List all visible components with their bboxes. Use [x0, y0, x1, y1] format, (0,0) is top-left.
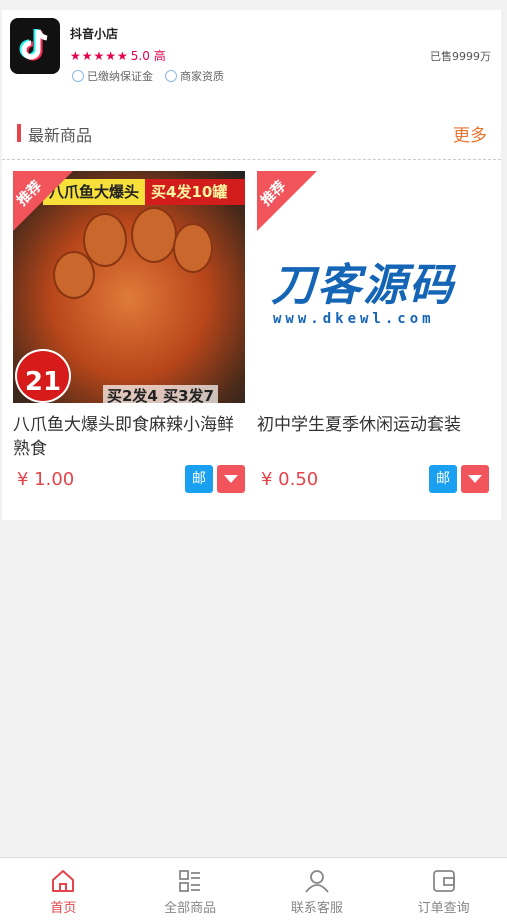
product-price: ¥ 1.00	[17, 469, 75, 490]
more-link[interactable]: 更多	[453, 121, 487, 146]
medal-icon	[72, 70, 84, 82]
rating-score: 5.0 高	[130, 49, 166, 63]
expand-button[interactable]	[461, 465, 489, 493]
caret-down-icon	[468, 475, 482, 483]
price-row: ¥ 1.00 邮	[13, 465, 245, 497]
deposit-tag-label: 已缴纳保证金	[87, 70, 153, 83]
caret-down-icon	[224, 475, 238, 483]
price-row: ¥ 0.50 邮	[257, 465, 489, 497]
person-icon	[165, 70, 177, 82]
section-title-bar	[17, 124, 21, 142]
list-icon	[179, 870, 201, 892]
tab-order-query[interactable]: 订单查询	[380, 858, 507, 921]
octopus-shape	[173, 223, 213, 273]
bottom-tabbar: 首页 全部商品 联系客服 订单查询	[0, 857, 507, 921]
section-title: 最新商品	[28, 126, 93, 145]
douyin-logo-icon	[10, 18, 60, 74]
product-title[interactable]: 八爪鱼大爆头即食麻辣小海鲜熟食	[13, 413, 245, 461]
image-url-text: www.dkewl.com	[273, 311, 435, 327]
image-price-circle: 21	[15, 349, 71, 403]
tab-home-label: 首页	[50, 901, 77, 916]
shop-tags: 已缴纳保证金 商家资质	[72, 68, 224, 84]
user-icon	[305, 870, 329, 893]
product-card[interactable]: 八爪鱼大爆头 买4发10罐 21 买2发4 买3发7 推荐 八爪鱼大爆头即食麻辣…	[13, 171, 245, 497]
home-icon	[52, 870, 75, 892]
tab-customer-service-label: 联系客服	[290, 901, 343, 916]
image-promo: 买2发4 买3发7	[103, 385, 218, 403]
shop-name: 抖音小店	[70, 27, 119, 41]
expand-button[interactable]	[217, 465, 245, 493]
free-shipping-button[interactable]: 邮	[429, 465, 457, 493]
free-shipping-button[interactable]: 邮	[185, 465, 213, 493]
product-card[interactable]: 刀客源码 www.dkewl.com 推荐 初中学生夏季休闲运动套装 ¥ 0.5…	[257, 171, 489, 497]
tab-order-query-label: 订单查询	[417, 901, 470, 916]
octopus-shape	[53, 251, 95, 299]
qualification-tag-label: 商家资质	[180, 70, 224, 83]
image-banner-b: 买4发10罐	[145, 179, 245, 205]
image-logo-text: 刀客源码	[271, 260, 455, 311]
product-image[interactable]: 八爪鱼大爆头 买4发10罐 21 买2发4 买3发7 推荐	[13, 171, 245, 403]
image-banner: 八爪鱼大爆头 买4发10罐	[43, 179, 245, 205]
product-title[interactable]: 初中学生夏季休闲运动套装	[257, 413, 489, 461]
tab-all-products-label: 全部商品	[164, 901, 217, 916]
rating-stars-icon: ★★★★★	[70, 48, 129, 63]
product-image[interactable]: 刀客源码 www.dkewl.com 推荐	[257, 171, 489, 403]
tab-customer-service[interactable]: 联系客服	[254, 858, 381, 921]
sold-count: 已售9999万	[430, 50, 491, 63]
shop-header: 抖音小店 ★★★★★ 5.0 高 已售9999万 已缴纳保证金 商家资质	[2, 10, 501, 110]
section-header: 最新商品 更多	[2, 110, 501, 160]
shop-rating: ★★★★★ 5.0 高	[70, 47, 166, 64]
octopus-shape	[131, 207, 177, 263]
qualification-tag[interactable]: 商家资质	[165, 68, 224, 84]
deposit-tag: 已缴纳保证金	[72, 68, 153, 84]
product-price: ¥ 0.50	[261, 469, 319, 490]
wallet-icon	[432, 870, 455, 892]
tab-home[interactable]: 首页	[0, 858, 127, 921]
tab-all-products[interactable]: 全部商品	[127, 858, 254, 921]
